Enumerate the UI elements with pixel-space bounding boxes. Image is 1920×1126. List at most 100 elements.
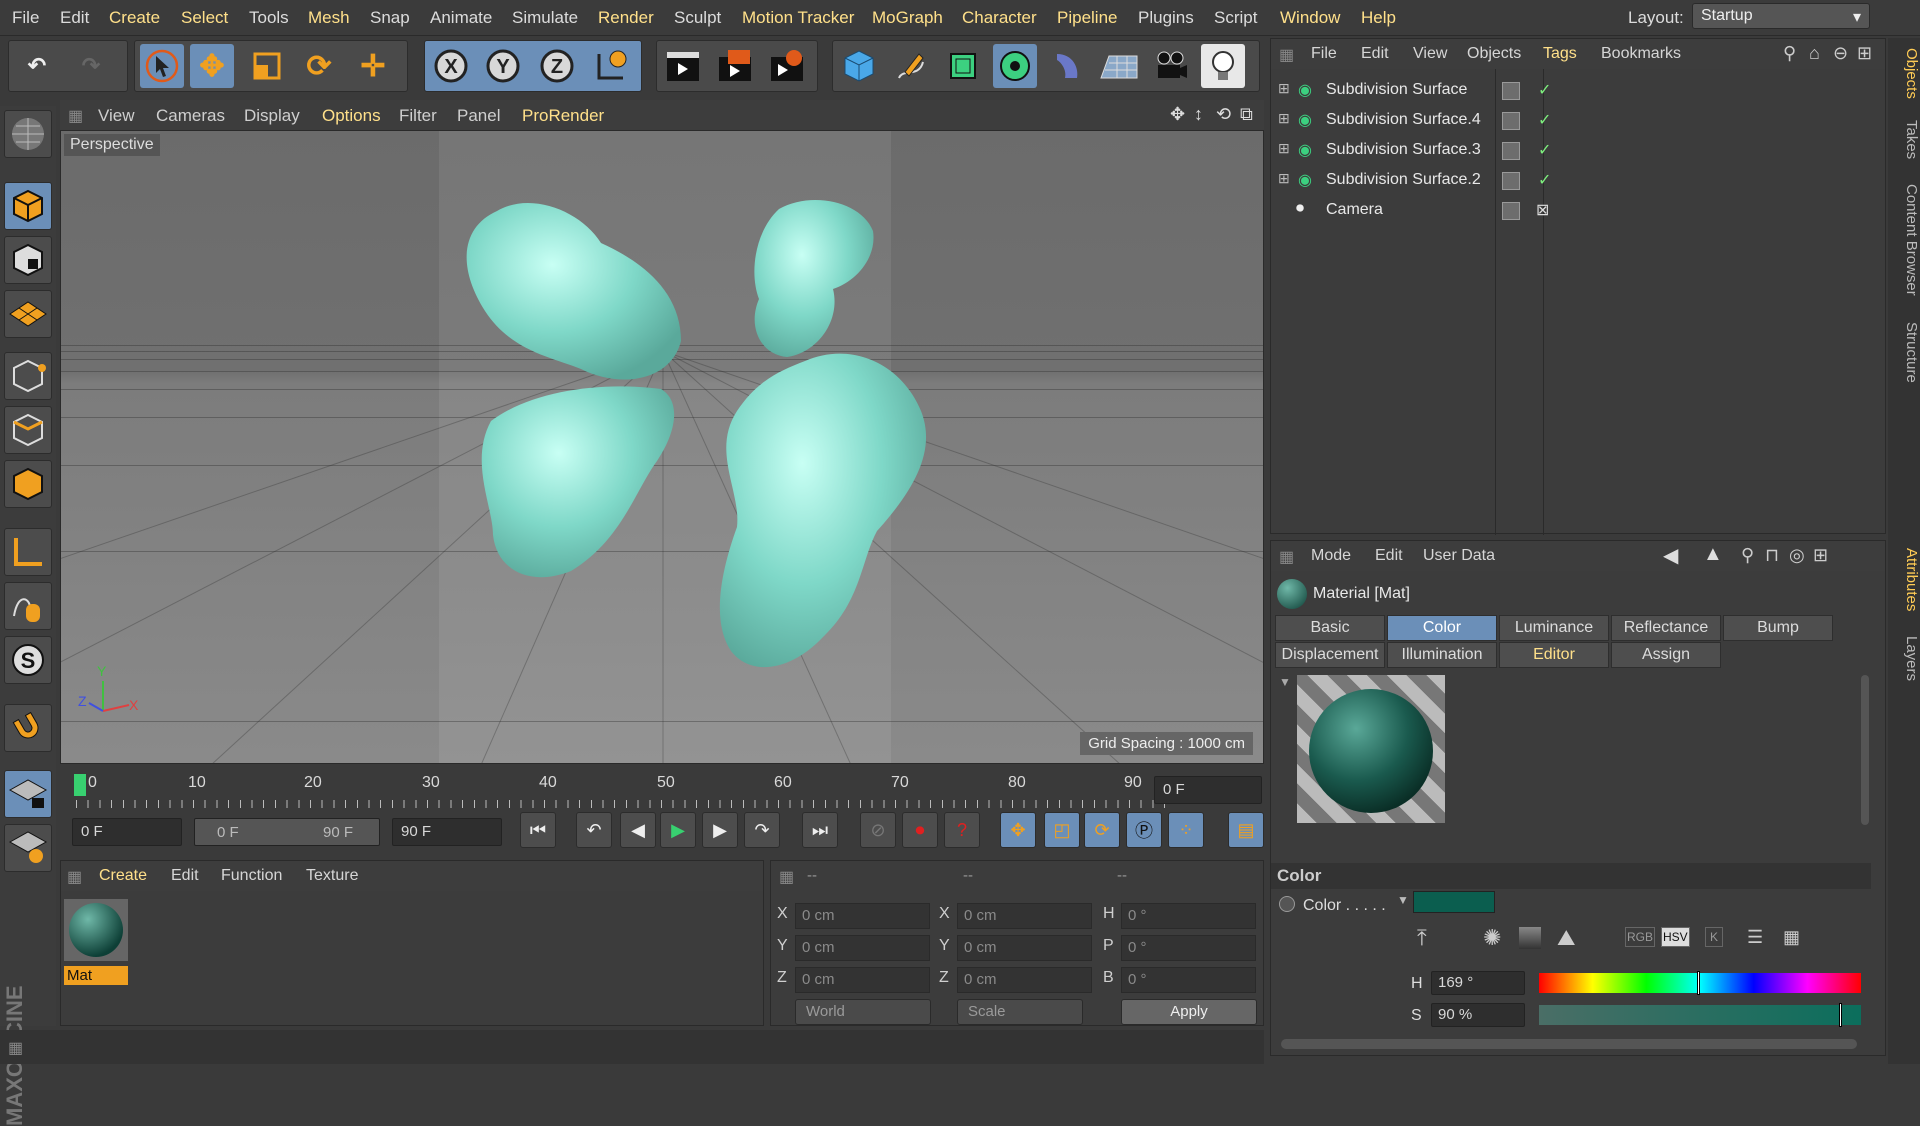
object-name[interactable]: Subdivision Surface.4 [1326,111,1481,129]
key-point-level-icon[interactable]: ⁘ [1168,812,1204,848]
texture-mode-icon[interactable] [4,236,52,284]
attribute-menu-mode[interactable]: Mode [1311,547,1351,565]
material-name[interactable]: Mat [64,966,128,985]
make-editable-icon[interactable] [4,110,52,158]
menu-render[interactable]: Render [598,8,654,28]
current-frame-field[interactable]: 0 F [1154,776,1262,804]
pos-y-field[interactable]: 0 cm [795,935,930,961]
next-frame-icon[interactable]: ▶ [702,812,738,848]
coordinate-space-dropdown[interactable]: World [795,999,931,1025]
blob-object[interactable] [481,386,675,578]
link-icon[interactable]: ⊖ [1833,43,1848,64]
side-tab-layers[interactable]: Layers [1890,636,1920,681]
material-menu-function[interactable]: Function [221,867,282,885]
keyframe-radio[interactable] [1279,896,1295,912]
menu-animate[interactable]: Animate [430,8,492,28]
spectrum-icon[interactable] [1519,927,1541,949]
object-name[interactable]: Subdivision Surface.3 [1326,141,1481,159]
undo-icon[interactable]: ↶ [15,44,59,88]
end-frame-field[interactable]: 90 F [392,818,502,846]
scale-tool-icon[interactable] [245,44,289,88]
hue-field[interactable]: 169 ° [1431,971,1525,995]
edges-mode-icon[interactable] [4,406,52,454]
subdivision-surface-icon[interactable] [941,44,985,88]
expand-icon[interactable]: ⊞ [1278,170,1290,187]
search-icon[interactable]: ⚲ [1783,43,1796,64]
autokey-icon[interactable]: ⏺ [902,812,938,848]
panel-grip-icon[interactable]: ▦ [8,1038,23,1058]
expand-icon[interactable]: ⊞ [1278,80,1290,97]
keyframe-selection-icon[interactable]: ? [944,812,980,848]
frame-range-slider[interactable]: 0 F 90 F [194,818,380,846]
menu-script[interactable]: Script [1214,8,1257,28]
side-tab-attributes[interactable]: Attributes [1890,548,1920,611]
object-menu-view[interactable]: View [1413,45,1447,63]
tweak-mode-icon[interactable] [4,582,52,630]
color-swatch[interactable] [1413,891,1495,913]
mixer-icon[interactable]: ☰ [1747,927,1763,948]
locked-workplane-icon[interactable] [4,770,52,818]
hue-slider[interactable] [1539,973,1861,993]
blob-object[interactable] [719,353,927,668]
pos-x-field[interactable]: 0 cm [795,903,930,929]
rot-h-field[interactable]: 0 ° [1121,903,1256,929]
menu-simulate[interactable]: Simulate [512,8,578,28]
key-position-icon[interactable]: ✥ [1000,812,1036,848]
menu-edit[interactable]: Edit [60,8,89,28]
go-to-start-icon[interactable]: ⏮ [520,812,556,848]
expand-icon[interactable]: ⊞ [1278,140,1290,157]
back-arrow-icon[interactable]: ◀ [1663,543,1678,568]
enabled-check-icon[interactable]: ✓ [1538,110,1551,130]
enabled-check-icon[interactable]: ✓ [1538,140,1551,160]
object-name[interactable]: Subdivision Surface [1326,81,1467,99]
layout-select[interactable]: Startup ▾ [1692,3,1870,29]
object-menu-objects[interactable]: Objects [1467,45,1521,63]
record-keys-icon[interactable]: ⊘ [860,812,896,848]
color-wheel-icon[interactable]: ✺ [1483,925,1501,951]
tab-editor[interactable]: Editor [1499,642,1609,668]
deformer-icon[interactable] [1045,44,1089,88]
pos-z-field[interactable]: 0 cm [795,967,930,993]
menu-tools[interactable]: Tools [249,8,289,28]
viewport-menu-cameras[interactable]: Cameras [156,106,225,126]
viewport-menu-panel[interactable]: Panel [457,106,500,126]
side-tab-structure[interactable]: Structure [1890,322,1920,383]
workplane-icon[interactable] [4,290,52,338]
snapping-icon[interactable]: S [4,636,52,684]
blob-object[interactable] [754,200,874,357]
floor-icon[interactable] [1097,44,1141,88]
rot-b-field[interactable]: 0 ° [1121,967,1256,993]
scrollbar-vertical[interactable] [1861,675,1869,825]
x-axis-lock-icon[interactable]: X [429,44,473,88]
previous-key-icon[interactable]: ↶ [576,812,612,848]
object-menu-bookmarks[interactable]: Bookmarks [1601,45,1681,63]
zoom-view-icon[interactable]: ↕ [1194,104,1203,125]
polygons-mode-icon[interactable] [4,460,52,508]
material-menu-texture[interactable]: Texture [306,867,358,885]
expand-icon[interactable]: ⊞ [1278,110,1290,127]
material-menu-edit[interactable]: Edit [171,867,199,885]
lock-icon[interactable]: ⊓ [1765,545,1779,566]
material-preview[interactable] [1297,675,1445,823]
tab-basic[interactable]: Basic [1275,615,1385,641]
blob-object[interactable] [466,202,681,380]
panel-grip-icon[interactable]: ▦ [68,106,83,126]
kelvin-mode-button[interactable]: K [1705,927,1724,947]
start-frame-field[interactable]: 0 F [72,818,182,846]
play-icon[interactable]: ▶ [660,812,696,848]
visibility-toggle[interactable] [1502,82,1520,100]
tab-displacement[interactable]: Displacement [1275,642,1385,668]
menu-help[interactable]: Help [1361,8,1396,28]
hue-slider-handle[interactable] [1697,971,1700,995]
size-y-field[interactable]: 0 cm [957,935,1092,961]
panel-grip-icon[interactable]: ▦ [1279,45,1294,65]
side-tab-takes[interactable]: Takes [1890,120,1920,159]
menu-select[interactable]: Select [181,8,228,28]
menu-create[interactable]: Create [109,8,160,28]
history-icon[interactable]: ◎ [1789,545,1805,566]
perspective-viewport[interactable]: Y X Z Perspective Grid Spacing : 1000 cm [60,130,1264,764]
magnet-icon[interactable] [4,704,52,752]
playhead-marker[interactable] [74,774,86,796]
menu-plugins[interactable]: Plugins [1138,8,1194,28]
pan-view-icon[interactable]: ✥ [1170,104,1185,125]
